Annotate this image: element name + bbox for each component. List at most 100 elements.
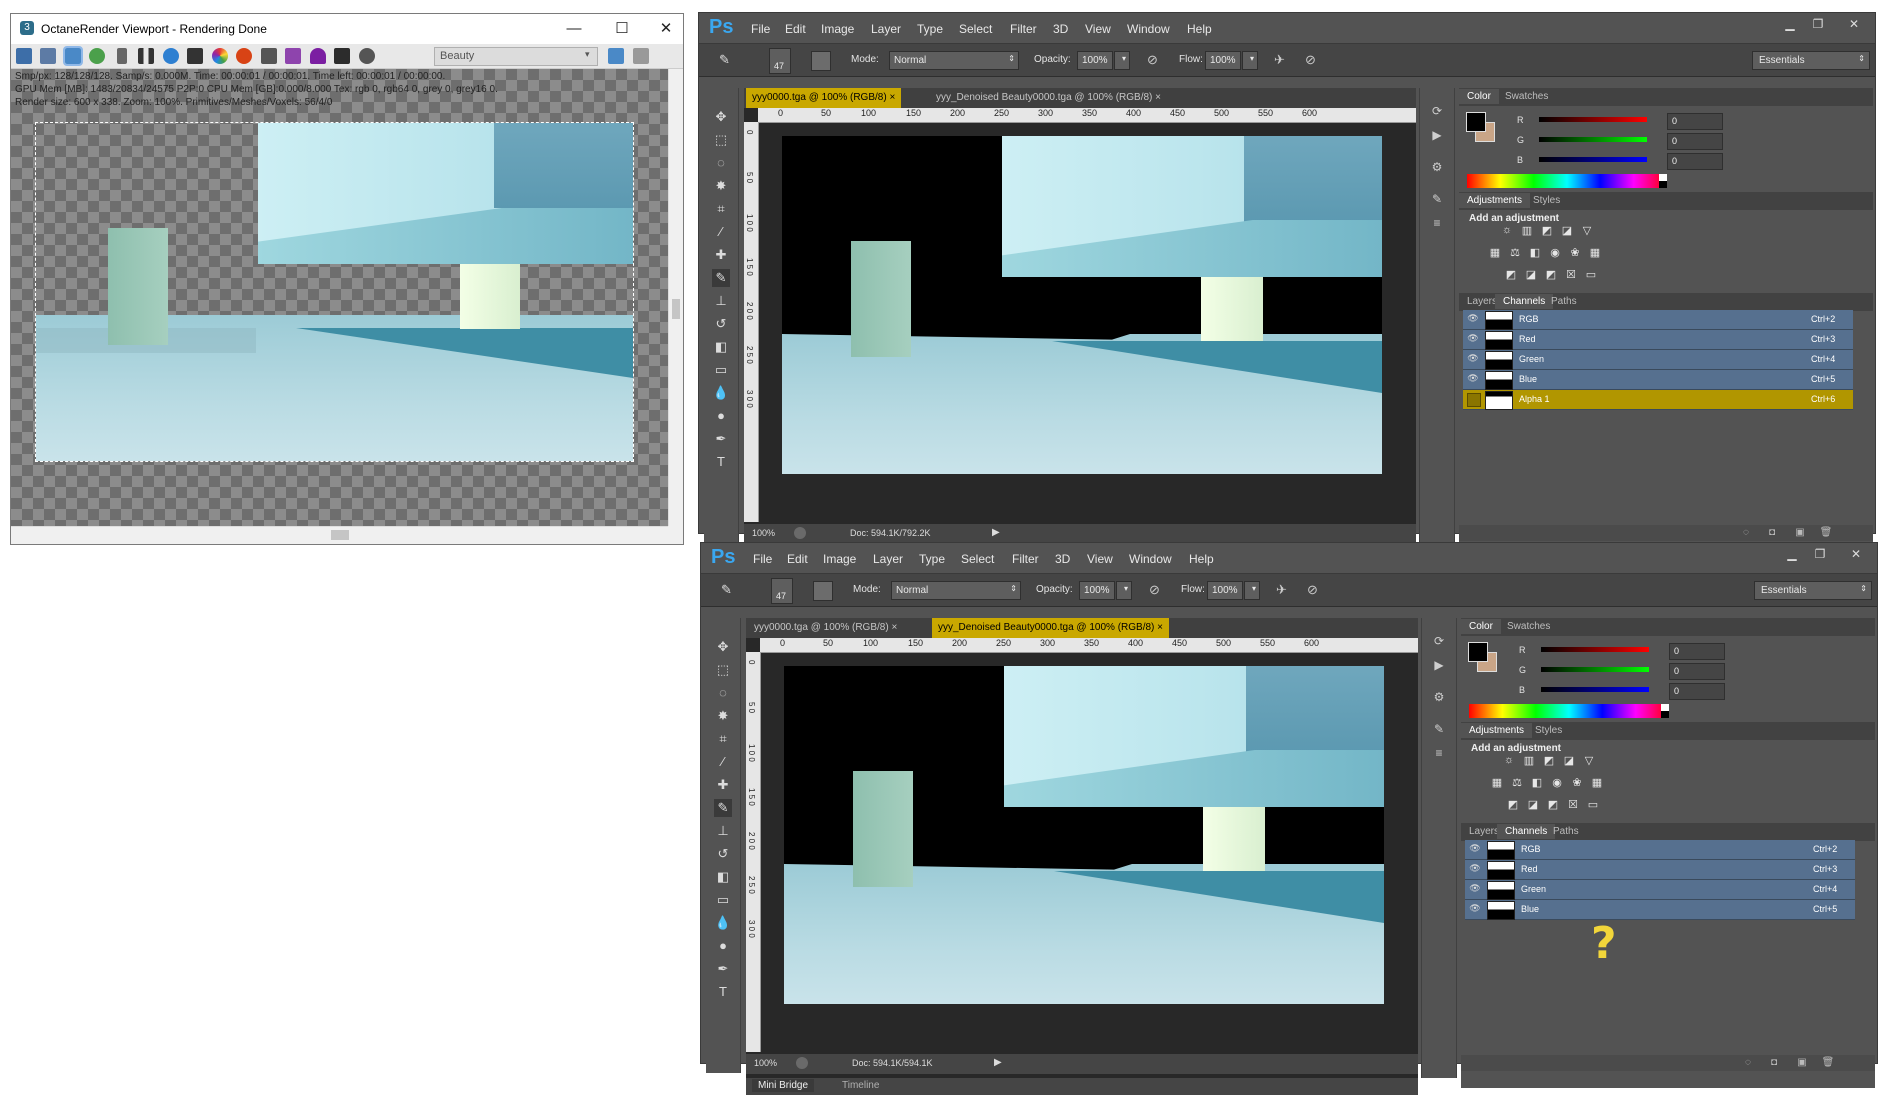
tab-color[interactable]: Color bbox=[1461, 619, 1501, 634]
invert-icon[interactable]: ◩ bbox=[1505, 798, 1521, 812]
export-icon[interactable] bbox=[16, 48, 32, 64]
ps-canvas[interactable] bbox=[784, 666, 1384, 1004]
brush-panel-toggle-icon[interactable] bbox=[813, 581, 833, 601]
channel-row-red[interactable]: 👁 Red Ctrl+3 bbox=[1463, 330, 1853, 350]
menu-window[interactable]: Window bbox=[1127, 22, 1170, 36]
tab-paths[interactable]: Paths bbox=[1543, 294, 1585, 309]
menu-layer[interactable]: Layer bbox=[873, 552, 903, 566]
properties-panel-icon[interactable]: ⚙ bbox=[1430, 690, 1448, 706]
crop-tool-icon[interactable]: ⌗ bbox=[712, 200, 730, 218]
eyedropper-tool-icon[interactable]: ⁄ bbox=[714, 753, 732, 771]
history-panel-icon[interactable]: ⟳ bbox=[1428, 104, 1446, 120]
brush-size-picker[interactable]: 47 bbox=[769, 48, 791, 74]
menu-image[interactable]: Image bbox=[821, 22, 854, 36]
menu-select[interactable]: Select bbox=[961, 552, 994, 566]
tab-styles[interactable]: Styles bbox=[1527, 723, 1570, 738]
gradient-map-icon[interactable]: ▭ bbox=[1585, 798, 1601, 812]
selective-color-icon[interactable]: ☒ bbox=[1563, 268, 1579, 282]
menu-filter[interactable]: Filter bbox=[1012, 552, 1039, 566]
magic-wand-tool-icon[interactable]: ✸ bbox=[714, 707, 732, 725]
ps-restore-button[interactable]: ❐ bbox=[1807, 547, 1833, 563]
lasso-tool-icon[interactable]: ◌ bbox=[712, 154, 730, 172]
selective-color-icon[interactable]: ☒ bbox=[1565, 798, 1581, 812]
menu-help[interactable]: Help bbox=[1189, 552, 1214, 566]
new-channel-icon[interactable]: ▣ bbox=[1795, 1057, 1809, 1069]
curves-icon[interactable]: ◩ bbox=[1541, 754, 1557, 768]
eye-icon[interactable]: 👁 bbox=[1467, 313, 1479, 325]
actions-panel-icon[interactable]: ▶ bbox=[1430, 658, 1448, 674]
dodge-tool-icon[interactable]: ● bbox=[714, 937, 732, 955]
close-icon[interactable]: × bbox=[1157, 622, 1163, 633]
channel-row-green[interactable]: 👁 Green Ctrl+4 bbox=[1463, 350, 1853, 370]
blue-value-input[interactable]: 0 bbox=[1667, 153, 1723, 170]
mode-select[interactable]: Normal ⇕ bbox=[889, 51, 1019, 70]
airbrush-icon[interactable]: ✈ bbox=[1276, 582, 1287, 598]
eraser-tool-icon[interactable]: ◧ bbox=[714, 868, 732, 886]
tab-color[interactable]: Color bbox=[1459, 89, 1499, 104]
ps-canvas[interactable] bbox=[782, 136, 1382, 474]
eye-icon[interactable]: 👁 bbox=[1469, 883, 1481, 895]
ps-close-button[interactable]: ✕ bbox=[1843, 547, 1869, 563]
brush-presets-icon[interactable]: ≡ bbox=[1430, 746, 1448, 762]
levels-icon[interactable]: ▥ bbox=[1519, 224, 1535, 238]
menu-view[interactable]: View bbox=[1087, 552, 1113, 566]
posterize-icon[interactable]: ◪ bbox=[1523, 268, 1539, 282]
material-icon[interactable] bbox=[334, 48, 350, 64]
tab-denoised-beauty[interactable]: yyy_Denoised Beauty0000.tga @ 100% (RGB/… bbox=[930, 88, 1167, 108]
visibility-checkbox[interactable] bbox=[1467, 393, 1481, 407]
color-spectrum[interactable] bbox=[1469, 704, 1669, 718]
refresh-icon[interactable] bbox=[89, 48, 105, 64]
ps-close-button[interactable]: ✕ bbox=[1841, 17, 1867, 33]
horizontal-scroll-thumb[interactable] bbox=[331, 530, 349, 540]
tab-adjustments[interactable]: Adjustments bbox=[1461, 723, 1533, 738]
photo-filter-icon[interactable]: ◉ bbox=[1549, 776, 1565, 790]
hue-saturation-icon[interactable]: ▦ bbox=[1489, 776, 1505, 790]
channel-row-blue[interactable]: 👁 Blue Ctrl+5 bbox=[1463, 370, 1853, 390]
posterize-icon[interactable]: ◪ bbox=[1525, 798, 1541, 812]
status-arrow-icon[interactable]: ▶ bbox=[992, 527, 1000, 538]
menu-edit[interactable]: Edit bbox=[787, 552, 808, 566]
brush-size-picker[interactable]: 47 bbox=[771, 578, 793, 604]
red-value-input[interactable]: 0 bbox=[1667, 113, 1723, 130]
pressure-size-icon[interactable]: ⊘ bbox=[1307, 582, 1318, 598]
dodge-tool-icon[interactable]: ● bbox=[712, 407, 730, 425]
menu-type[interactable]: Type bbox=[919, 552, 945, 566]
color-icon[interactable] bbox=[212, 48, 228, 64]
color-balance-icon[interactable]: ⚖ bbox=[1507, 246, 1523, 260]
workspace-select[interactable]: Essentials ⇕ bbox=[1752, 51, 1870, 70]
lasso-tool-icon[interactable]: ◌ bbox=[714, 684, 732, 702]
panel-toggle-icon[interactable] bbox=[608, 48, 624, 64]
trash-icon[interactable]: 🗑 bbox=[1819, 527, 1833, 539]
region-icon[interactable] bbox=[236, 48, 252, 64]
brush-tool-icon[interactable]: ✎ bbox=[721, 582, 743, 598]
eye-icon[interactable]: 👁 bbox=[1469, 863, 1481, 875]
black-white-icon[interactable]: ◧ bbox=[1527, 246, 1543, 260]
magic-wand-tool-icon[interactable]: ✸ bbox=[712, 177, 730, 195]
brightness-icon[interactable]: ☼ bbox=[1499, 224, 1515, 238]
copy-icon[interactable] bbox=[40, 48, 56, 64]
menu-window[interactable]: Window bbox=[1129, 552, 1172, 566]
film-icon[interactable] bbox=[261, 48, 277, 64]
gradient-tool-icon[interactable]: ▭ bbox=[714, 891, 732, 909]
status-info-icon[interactable] bbox=[796, 1057, 808, 1069]
aperture-icon[interactable] bbox=[187, 48, 203, 64]
octane-render-viewport[interactable] bbox=[11, 69, 668, 526]
blue-value-input[interactable]: 0 bbox=[1669, 683, 1725, 700]
properties-panel-icon[interactable]: ⚙ bbox=[1428, 160, 1446, 176]
close-icon[interactable]: × bbox=[891, 622, 897, 633]
maximize-button[interactable]: ☐ bbox=[607, 18, 637, 40]
airbrush-icon[interactable]: ✈ bbox=[1274, 52, 1285, 68]
healing-tool-icon[interactable]: ✚ bbox=[712, 246, 730, 264]
vibrance-icon[interactable]: ▽ bbox=[1581, 754, 1597, 768]
blue-slider[interactable] bbox=[1541, 687, 1649, 692]
curves-icon[interactable]: ◩ bbox=[1539, 224, 1555, 238]
eraser-tool-icon[interactable]: ◧ bbox=[712, 338, 730, 356]
status-arrow-icon[interactable]: ▶ bbox=[994, 1057, 1002, 1068]
tab-paths[interactable]: Paths bbox=[1545, 824, 1587, 839]
blur-tool-icon[interactable]: 💧 bbox=[714, 914, 732, 932]
brush-panel-icon[interactable]: ✎ bbox=[1430, 722, 1448, 738]
workspace-select[interactable]: Essentials ⇕ bbox=[1754, 581, 1872, 600]
stamp-tool-icon[interactable]: ⊥ bbox=[714, 822, 732, 840]
type-tool-icon[interactable]: T bbox=[714, 983, 732, 1001]
channel-row-green[interactable]: 👁 Green Ctrl+4 bbox=[1465, 880, 1855, 900]
